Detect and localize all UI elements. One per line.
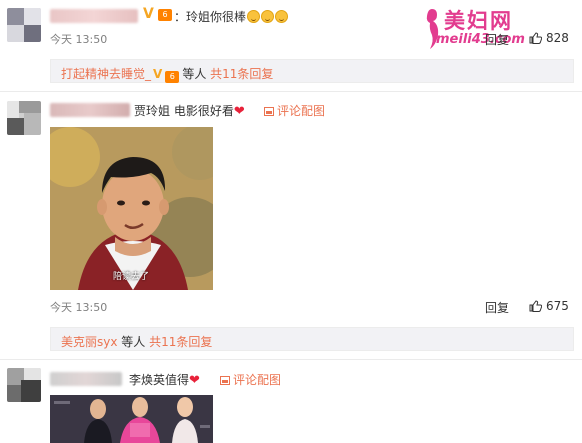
username-blurred[interactable] <box>50 9 138 23</box>
comment-image-link-label: 评论配图 <box>233 373 282 387</box>
comment-3: 李焕英值得❤ 评论配图 <box>0 360 582 443</box>
subreply-rest: 等人 <box>121 335 146 349</box>
username-blurred[interactable] <box>50 103 130 117</box>
reply-button[interactable]: 回复 <box>485 31 509 48</box>
subreply-summary: 美克丽syx 等人 共11条回复 <box>61 333 212 350</box>
comment-text: 贾玲姐 电影很好看 <box>134 104 234 118</box>
subreply-count-link[interactable]: 共11条回复 <box>210 67 273 81</box>
avatar[interactable] <box>7 8 41 42</box>
photo-scene <box>50 395 213 443</box>
comment-image-link[interactable]: 评论配图 <box>220 371 281 388</box>
comment-text-wrap: ：玲姐你很棒 <box>174 8 289 25</box>
comment-image-link[interactable]: 评论配图 <box>264 102 325 119</box>
subreply-box[interactable]: 打起精神去睡觉_ V 6 等人 共11条回复 <box>50 59 574 83</box>
comment-text: ：玲姐你很棒 <box>174 10 247 24</box>
subreply-box[interactable]: 美克丽syx 等人 共11条回复 <box>50 327 574 351</box>
verified-v-icon: V <box>153 67 163 81</box>
smile-emoji-icon <box>275 10 289 23</box>
smile-emoji-icon <box>261 10 275 23</box>
comment-text-wrap: 李焕英值得❤ <box>129 371 200 388</box>
thumbs-up-icon <box>529 32 542 44</box>
like-count: 675 <box>546 299 569 313</box>
image-caption: 陪读去了 <box>113 272 150 282</box>
like-button[interactable]: 828 <box>529 31 569 45</box>
subreply-summary: 打起精神去睡觉_ V 6 等人 共11条回复 <box>61 65 273 83</box>
comment-text-wrap: 贾玲姐 电影很好看❤ <box>134 102 245 119</box>
heart-emoji-icon: ❤ <box>233 104 245 119</box>
avatar[interactable] <box>7 101 41 135</box>
subreply-count-link[interactable]: 共11条回复 <box>149 335 212 349</box>
photo-scene <box>50 127 213 290</box>
comment-time: 今天 13:50 <box>50 33 108 46</box>
comment-image[interactable]: 陪读去了 <box>50 127 213 290</box>
avatar[interactable] <box>7 368 41 402</box>
verified-v-icon: V <box>143 6 154 22</box>
comment-2: 贾玲姐 电影很好看❤ 评论配图 陪读去了 今天 13:50 回复 675 美克丽… <box>0 92 582 362</box>
like-button[interactable]: 675 <box>529 299 569 313</box>
level-badge-icon: 6 <box>165 71 180 83</box>
comment-image[interactable] <box>50 395 213 443</box>
subreply-rest: 等人 <box>182 67 207 81</box>
reply-button[interactable]: 回复 <box>485 299 509 316</box>
smile-emoji-icon <box>247 10 261 23</box>
subreply-user-link[interactable]: 美克丽syx <box>61 335 117 349</box>
heart-emoji-icon: ❤ <box>189 373 200 388</box>
comment-image-link-label: 评论配图 <box>277 104 326 118</box>
like-count: 828 <box>546 31 569 45</box>
comment-time: 今天 13:50 <box>50 301 108 314</box>
subreply-user-link[interactable]: 打起精神去睡觉_ <box>61 67 151 81</box>
level-badge-icon: 6 <box>158 9 172 21</box>
username-blurred[interactable] <box>50 372 122 386</box>
image-icon <box>220 376 230 385</box>
image-icon <box>264 107 274 116</box>
comment-1: V 6 ：玲姐你很棒 今天 13:50 回复 828 打起精神去睡觉_ V 6 等人 … <box>0 0 582 92</box>
comment-text: 李焕英值得 <box>129 373 190 387</box>
thumbs-up-icon <box>529 300 542 312</box>
